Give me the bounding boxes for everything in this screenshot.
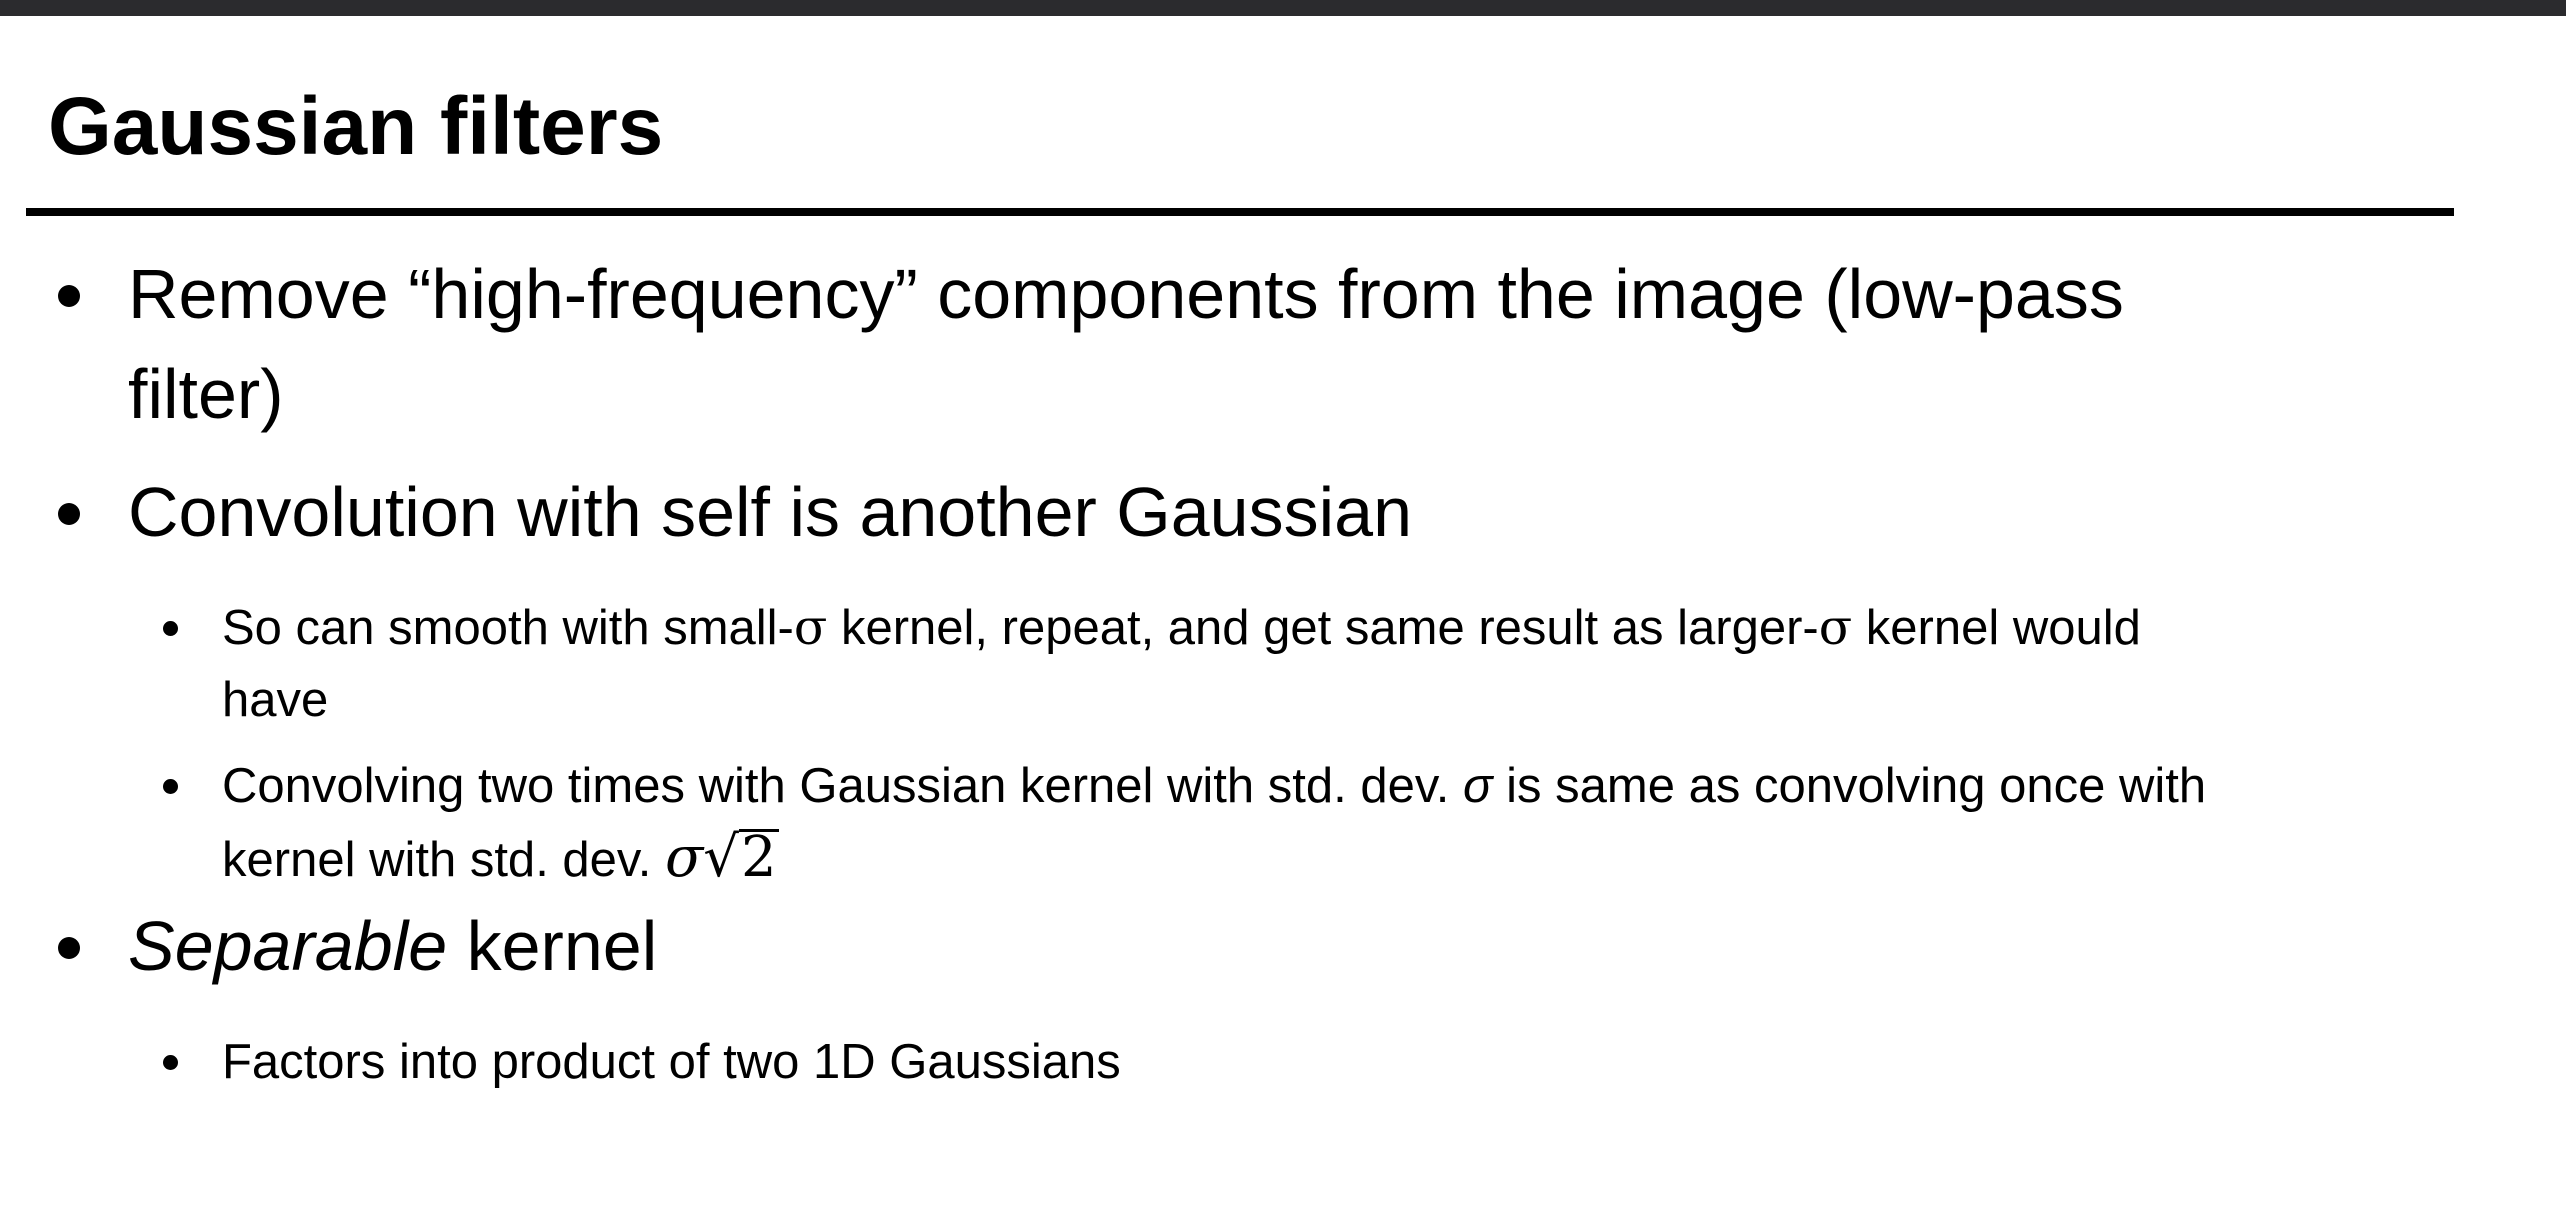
subbullet-convolving-two-times: Convolving two times with Gaussian kerne… — [163, 750, 2206, 896]
math-sigma: σ — [665, 825, 704, 890]
subbullet-text: Factors into product of two 1D Gaussians — [222, 1035, 1121, 1089]
bullet-dot — [58, 937, 80, 959]
sigma-symbol: σ — [793, 599, 828, 656]
subbullet-line: So can smooth with small-σ kernel, repea… — [222, 592, 2141, 664]
sigma-sqrt2-formula: σ√2 — [665, 825, 779, 890]
title-underline — [26, 208, 2454, 216]
text-run: kernel, repeat, and get same result as l… — [827, 601, 1819, 655]
text-run: kernel with std. dev. — [222, 833, 666, 887]
bullet-dot — [58, 285, 80, 307]
bullet-convolution-with-self: Convolution with self is another Gaussia… — [58, 462, 1413, 562]
text-run: So can smooth with small- — [222, 601, 794, 655]
radicand: 2 — [738, 825, 779, 890]
text-run: kernel — [447, 907, 658, 985]
subbullet-line: kernel with std. dev. σ√2 — [222, 822, 2206, 896]
bullet-text: Convolution with self is another Gaussia… — [128, 473, 1413, 551]
subbullet-smooth-small-sigma: So can smooth with small-σ kernel, repea… — [163, 592, 2141, 736]
sigma-symbol: σ — [1818, 599, 1853, 656]
bullet-dot — [58, 503, 80, 525]
subbullet-line: have — [222, 673, 329, 727]
bullet-line: Separable kernel — [128, 896, 657, 996]
subbullet-factors-product: Factors into product of two 1D Gaussians — [163, 1026, 1121, 1098]
slide: Gaussian filters Remove “high-frequency”… — [0, 16, 2566, 1232]
window-top-strip — [0, 0, 2566, 16]
text-run: is same as convolving once with — [1492, 759, 2207, 813]
italic-term: Separable — [128, 907, 448, 985]
bullet-dot — [163, 621, 178, 636]
subbullet-line: Convolving two times with Gaussian kerne… — [222, 750, 2206, 822]
bullet-line: filter) — [128, 355, 284, 433]
bullet-line: Remove “high-frequency” components from … — [128, 255, 2124, 333]
text-run: kernel would — [1852, 601, 2141, 655]
text-run: Convolving two times with Gaussian kerne… — [222, 759, 1463, 813]
square-root: √2 — [703, 822, 779, 894]
bullet-remove-high-frequency: Remove “high-frequency” components from … — [58, 244, 2124, 444]
radical-sign: √ — [703, 825, 739, 890]
bullet-dot — [163, 779, 178, 794]
bullet-dot — [163, 1055, 178, 1070]
slide-title: Gaussian filters — [48, 81, 664, 172]
sigma-symbol: σ — [1462, 759, 1493, 813]
bullet-separable-kernel: Separable kernel — [58, 896, 657, 996]
